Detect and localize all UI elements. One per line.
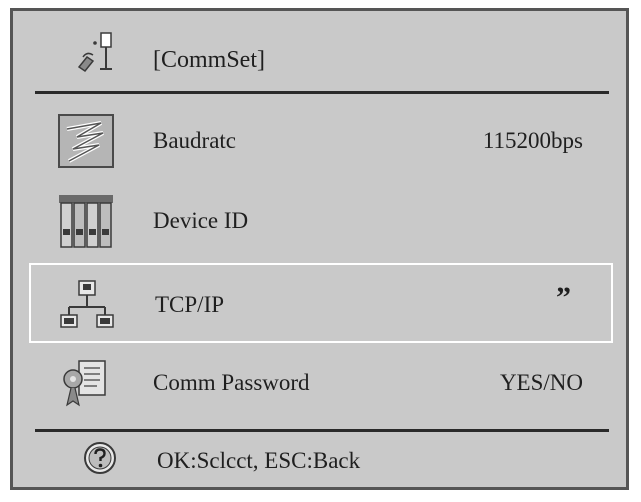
password-icon (63, 360, 106, 407)
menu-item-label: Baudratc (153, 128, 237, 153)
menu-item-label: TCP/IP (155, 292, 225, 317)
help-icon (84, 442, 116, 474)
comm-settings-screen: [CommSet] Baudratc 115200bps Device ID T… (10, 8, 629, 490)
device-id-icon (59, 195, 113, 248)
tcp-ip-value: ” (556, 281, 571, 314)
baudrate-icon (58, 114, 114, 168)
screen-title: [CommSet] (153, 47, 265, 73)
menu-item-device-id[interactable]: Device ID (29, 181, 613, 261)
menu-item-baudrate[interactable]: Baudratc 115200bps (29, 101, 613, 181)
key-hint: OK:Sclcct, ESC:Back (157, 448, 361, 473)
menu-item-label: Comm Password (153, 370, 310, 395)
menu-item-tcp-ip[interactable]: TCP/IP ” (29, 263, 613, 343)
header-divider (35, 91, 609, 94)
network-icon (60, 280, 114, 328)
screen-footer: OK:Sclcct, ESC:Back (13, 431, 626, 491)
screen-header: [CommSet] (13, 11, 626, 91)
comm-password-value: YES/NO (499, 370, 583, 395)
menu-item-comm-password[interactable]: Comm Password YES/NO (29, 343, 613, 423)
baudrate-value: 115200bps (482, 128, 583, 153)
menu-item-label: Device ID (153, 208, 249, 233)
comm-settings-icon (77, 32, 112, 73)
